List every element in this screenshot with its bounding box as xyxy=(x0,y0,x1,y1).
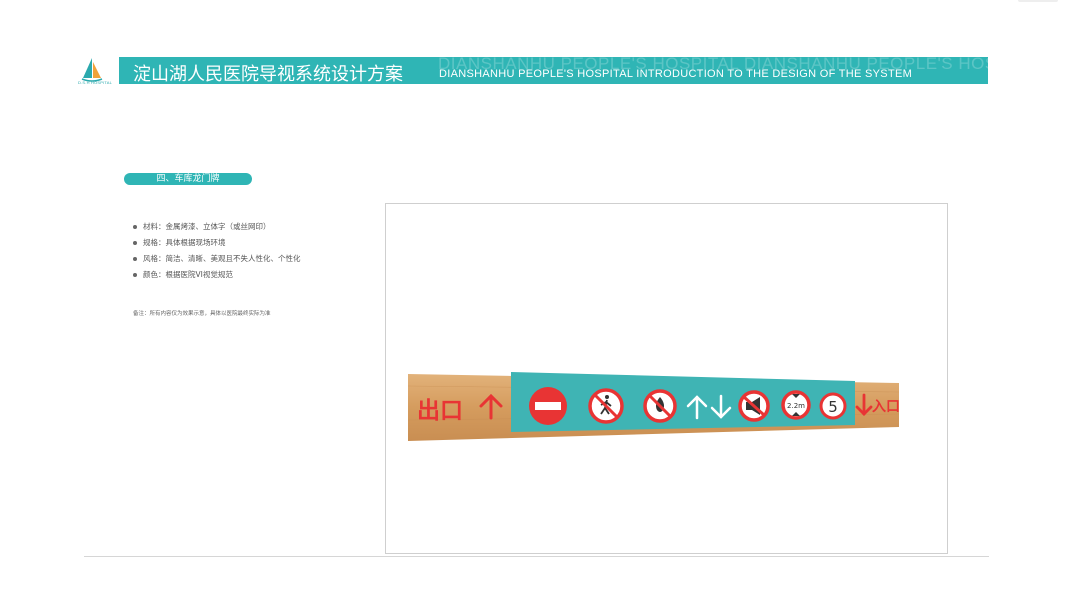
no-entry-icon xyxy=(529,387,567,425)
garage-gantry-sign: 出口 2.2m 5 入口 xyxy=(407,372,900,441)
exit-label: 出口 xyxy=(417,398,463,424)
no-pedestrians-icon xyxy=(588,388,624,424)
speed-limit-icon: 5 xyxy=(819,392,847,420)
height-limit-value: 2.2m xyxy=(787,402,805,410)
entrance-label: 入口 xyxy=(872,399,900,415)
speed-limit-value: 5 xyxy=(828,398,838,416)
no-fire-icon xyxy=(643,389,677,423)
height-limit-icon: 2.2m xyxy=(781,390,811,420)
footer-divider xyxy=(84,556,989,557)
no-horn-icon xyxy=(738,390,770,422)
